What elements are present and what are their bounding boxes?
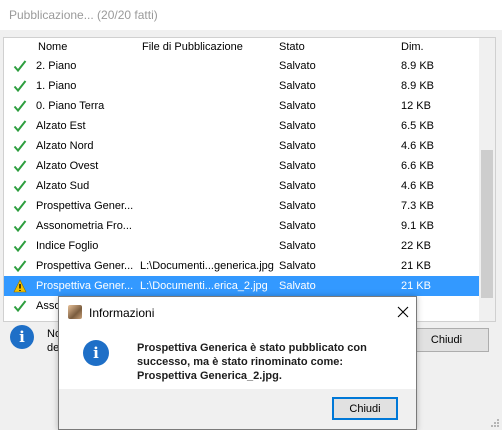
- row-state: Salvato: [279, 280, 316, 292]
- row-name: Asso: [36, 300, 61, 312]
- row-name: Assonometria Fro...: [36, 220, 132, 232]
- row-size: 12 KB: [401, 100, 431, 112]
- row-state: Salvato: [279, 120, 316, 132]
- vertical-scrollbar[interactable]: [479, 38, 495, 321]
- row-state: Salvato: [279, 160, 316, 172]
- row-state: Salvato: [279, 260, 316, 272]
- info-dialog: Informazioni i Prospettiva Generica è st…: [58, 296, 417, 430]
- check-icon: [13, 180, 27, 193]
- row-size: 22 KB: [401, 240, 431, 252]
- row-name: Prospettiva Gener...: [36, 280, 134, 292]
- list-row[interactable]: Alzato Nord Salvato 4.6 KB: [4, 136, 479, 156]
- row-name: 1. Piano: [36, 80, 77, 92]
- check-icon: [13, 140, 27, 153]
- row-name: Alzato Est: [36, 120, 86, 132]
- row-state: Salvato: [279, 60, 316, 72]
- row-size: 7.3 KB: [401, 200, 435, 212]
- close-icon[interactable]: [396, 305, 410, 319]
- row-size: 6.5 KB: [401, 120, 435, 132]
- info-icon: i: [10, 325, 34, 349]
- check-icon: [13, 80, 27, 93]
- list-row[interactable]: Alzato Ovest Salvato 6.6 KB: [4, 156, 479, 176]
- row-size: 8.9 KB: [401, 80, 435, 92]
- row-file: L:\Documenti...erica_2.jpg: [140, 280, 268, 292]
- dialog-footer: Chiudi: [59, 389, 416, 429]
- check-icon: [13, 200, 27, 213]
- row-name: Alzato Ovest: [36, 160, 99, 172]
- list-row[interactable]: Assonometria Fro... Salvato 9.1 KB: [4, 216, 479, 236]
- row-size: 21 KB: [401, 260, 431, 272]
- check-icon: [13, 220, 27, 233]
- list-header: Nome File di Pubblicazione Stato Dim.: [4, 38, 479, 56]
- row-state: Salvato: [279, 220, 316, 232]
- row-size: 9.1 KB: [401, 220, 435, 232]
- list-row[interactable]: 1. Piano Salvato 8.9 KB: [4, 76, 479, 96]
- dialog-title-bar: Informazioni: [59, 297, 416, 327]
- column-header-file[interactable]: File di Pubblicazione: [142, 41, 243, 53]
- main-window-title: Pubblicazione... (20/20 fatti): [9, 8, 158, 22]
- scroll-thumb[interactable]: [481, 150, 493, 298]
- check-icon: [13, 160, 27, 173]
- check-icon: [13, 100, 27, 113]
- dialog-info-icon: i: [83, 340, 109, 366]
- row-state: Salvato: [279, 80, 316, 92]
- column-header-name[interactable]: Nome: [38, 41, 67, 53]
- check-icon: [13, 260, 27, 273]
- check-icon: [13, 240, 27, 253]
- row-name: Alzato Nord: [36, 140, 94, 152]
- check-icon: [13, 120, 27, 133]
- check-icon: [13, 60, 27, 73]
- dialog-message: Prospettiva Generica è stato pubblicato …: [137, 342, 367, 382]
- publishing-list[interactable]: Nome File di Pubblicazione Stato Dim. 2.…: [3, 37, 496, 322]
- row-name: 0. Piano Terra: [36, 100, 105, 112]
- row-size: 8.9 KB: [401, 60, 435, 72]
- check-icon: [13, 300, 27, 313]
- row-state: Salvato: [279, 180, 316, 192]
- list-row[interactable]: Alzato Est Salvato 6.5 KB: [4, 116, 479, 136]
- app-icon: [68, 305, 82, 319]
- column-header-size[interactable]: Dim.: [401, 41, 424, 53]
- row-name: Alzato Sud: [36, 180, 90, 192]
- list-row[interactable]: 2. Piano Salvato 8.9 KB: [4, 56, 479, 76]
- dialog-close-button[interactable]: Chiudi: [332, 397, 398, 420]
- row-size: 4.6 KB: [401, 180, 435, 192]
- main-title-bar: Pubblicazione... (20/20 fatti): [0, 0, 502, 30]
- row-size: 21 KB: [401, 280, 431, 292]
- row-state: Salvato: [279, 100, 316, 112]
- row-file: L:\Documenti...generica.jpg: [140, 260, 274, 272]
- row-size: 4.6 KB: [401, 140, 435, 152]
- list-row[interactable]: Alzato Sud Salvato 4.6 KB: [4, 176, 479, 196]
- column-header-state[interactable]: Stato: [279, 41, 305, 53]
- row-name: Prospettiva Gener...: [36, 200, 134, 212]
- row-name: Prospettiva Gener...: [36, 260, 134, 272]
- row-state: Salvato: [279, 240, 316, 252]
- dialog-title: Informazioni: [89, 306, 155, 320]
- list-row[interactable]: Prospettiva Gener... L:\Documenti...erica…: [4, 276, 479, 296]
- row-name: 2. Piano: [36, 60, 77, 72]
- row-name: Indice Foglio: [36, 240, 99, 252]
- list-row[interactable]: Indice Foglio Salvato 22 KB: [4, 236, 479, 256]
- row-state: Salvato: [279, 200, 316, 212]
- list-row[interactable]: Prospettiva Gener... L:\Documenti...gener…: [4, 256, 479, 276]
- row-state: Salvato: [279, 140, 316, 152]
- row-size: 6.6 KB: [401, 160, 435, 172]
- resize-grip-icon[interactable]: [490, 418, 500, 428]
- list-row[interactable]: Prospettiva Gener... Salvato 7.3 KB: [4, 196, 479, 216]
- list-row[interactable]: 0. Piano Terra Salvato 12 KB: [4, 96, 479, 116]
- warning-icon: [13, 279, 27, 293]
